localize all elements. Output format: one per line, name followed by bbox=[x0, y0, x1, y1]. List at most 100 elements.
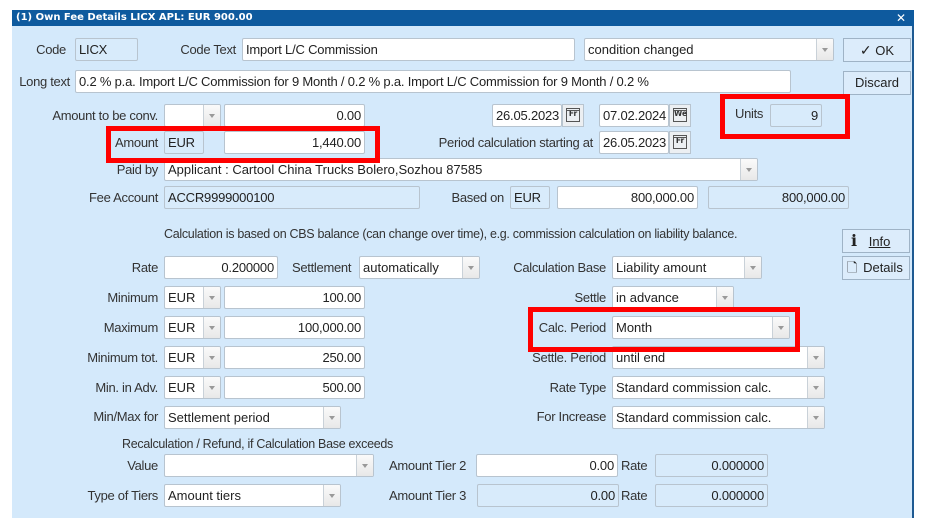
rate-type-dropdown[interactable]: Standard commission calc. bbox=[612, 376, 825, 399]
settle-dropdown[interactable]: in advance bbox=[612, 286, 734, 309]
calendar-day: Fr bbox=[566, 108, 580, 122]
long-text-field[interactable]: 0.2 % p.a. Import L/C Commission for 9 M… bbox=[75, 70, 791, 93]
long-text-label: Long text bbox=[19, 74, 70, 89]
chevron-down-icon[interactable] bbox=[807, 407, 824, 428]
calc-period-dropdown[interactable]: Month bbox=[612, 316, 790, 339]
minimum-tot-field[interactable]: 250.00 bbox=[224, 346, 365, 369]
minimum-currency-value: EUR bbox=[168, 290, 196, 305]
chevron-down-icon[interactable] bbox=[807, 347, 824, 368]
details-button[interactable]: 🗋 Details bbox=[842, 256, 910, 280]
minimum-tot-currency-dropdown[interactable]: EUR bbox=[164, 346, 221, 369]
chevron-down-icon[interactable] bbox=[740, 159, 757, 180]
calendar-day: We bbox=[673, 108, 687, 122]
chevron-down-icon[interactable] bbox=[203, 317, 220, 338]
paid-by-dropdown[interactable]: Applicant : Cartool China Trucks Bolero,… bbox=[164, 158, 758, 181]
chevron-down-icon[interactable] bbox=[323, 485, 340, 506]
ok-button[interactable]: ✓ OK bbox=[843, 38, 911, 62]
rate3-field: 0.000000 bbox=[655, 484, 768, 507]
calc-period-value: Month bbox=[616, 320, 653, 335]
chevron-down-icon[interactable] bbox=[744, 257, 761, 278]
paid-by-value: Applicant : Cartool China Trucks Bolero,… bbox=[168, 162, 483, 177]
chevron-down-icon[interactable] bbox=[716, 287, 733, 308]
amount-tier2-field[interactable]: 0.00 bbox=[476, 454, 618, 477]
amount-tier3-label: Amount Tier 3 bbox=[389, 488, 467, 503]
close-icon[interactable]: ✕ bbox=[896, 10, 906, 26]
maximum-currency-dropdown[interactable]: EUR bbox=[164, 316, 221, 339]
chevron-down-icon[interactable] bbox=[203, 287, 220, 308]
code-text-label: Code Text bbox=[180, 42, 236, 57]
calculation-note: Calculation is based on CBS balance (can… bbox=[164, 227, 738, 241]
minimum-field[interactable]: 100.00 bbox=[224, 286, 365, 309]
chevron-down-icon[interactable] bbox=[323, 407, 340, 428]
minmax-for-value: Settlement period bbox=[168, 410, 270, 425]
rate-type-label: Rate Type bbox=[549, 380, 607, 395]
calendar-icon[interactable]: Fr bbox=[669, 131, 691, 154]
chevron-down-icon[interactable] bbox=[816, 39, 833, 60]
chevron-down-icon[interactable] bbox=[807, 377, 824, 398]
settlement-dropdown[interactable]: automatically bbox=[359, 256, 480, 279]
amount-tier2-label: Amount Tier 2 bbox=[389, 458, 467, 473]
chevron-down-icon[interactable] bbox=[203, 377, 220, 398]
chevron-down-icon[interactable] bbox=[203, 347, 220, 368]
window-title: (1) Own Fee Details LICX APL: EUR 900.00 bbox=[16, 12, 253, 23]
settle-period-dropdown[interactable]: until end bbox=[612, 346, 825, 369]
minimum-tot-currency-value: EUR bbox=[168, 350, 196, 365]
type-of-tiers-value: Amount tiers bbox=[168, 488, 241, 503]
settlement-value: automatically bbox=[363, 260, 439, 275]
based-on-field-2: 800,000.00 bbox=[708, 186, 849, 209]
minimum-label: Minimum bbox=[107, 290, 158, 305]
code-text-field[interactable]: Import L/C Commission bbox=[242, 38, 575, 61]
min-adv-currency-dropdown[interactable]: EUR bbox=[164, 376, 221, 399]
maximum-currency-value: EUR bbox=[168, 320, 196, 335]
rate-field[interactable]: 0.200000 bbox=[164, 256, 278, 279]
chevron-down-icon[interactable] bbox=[772, 317, 789, 338]
discard-button[interactable]: Discard bbox=[843, 71, 911, 95]
based-on-field[interactable]: 800,000.00 bbox=[557, 186, 698, 209]
chevron-down-icon[interactable] bbox=[203, 105, 220, 126]
amount-currency-field: EUR bbox=[164, 131, 204, 154]
calendar-icon[interactable]: We bbox=[669, 104, 691, 127]
type-of-tiers-label: Type of Tiers bbox=[87, 488, 158, 503]
calc-base-dropdown[interactable]: Liability amount bbox=[612, 256, 762, 279]
fee-account-label: Fee Account bbox=[89, 190, 158, 205]
recalc-note: Recalculation / Refund, if Calculation B… bbox=[122, 437, 393, 451]
amount-label: Amount bbox=[114, 135, 158, 150]
checkmark-icon: ✓ bbox=[859, 42, 872, 58]
info-icon: i bbox=[851, 231, 858, 250]
for-increase-value: Standard commission calc. bbox=[616, 410, 772, 425]
info-button[interactable]: i Info bbox=[842, 229, 910, 253]
settlement-label: Settlement bbox=[292, 260, 352, 275]
rate-label: Rate bbox=[131, 260, 159, 275]
status-dropdown[interactable]: condition changed bbox=[584, 38, 834, 61]
amount-to-conv-field[interactable]: 0.00 bbox=[224, 104, 365, 127]
settle-period-label: Settle. Period bbox=[532, 350, 606, 365]
settle-period-value: until end bbox=[616, 350, 666, 365]
amount-field[interactable]: 1,440.00 bbox=[224, 131, 365, 154]
paid-by-label: Paid by bbox=[116, 162, 159, 177]
fee-account-field: ACCR9999000100 bbox=[164, 186, 420, 209]
chevron-down-icon[interactable] bbox=[356, 455, 373, 476]
minmax-for-dropdown[interactable]: Settlement period bbox=[164, 406, 341, 429]
min-adv-field[interactable]: 500.00 bbox=[224, 376, 365, 399]
for-increase-dropdown[interactable]: Standard commission calc. bbox=[612, 406, 825, 429]
period-start-field[interactable]: 26.05.2023 bbox=[599, 131, 669, 154]
minimum-tot-label: Minimum tot. bbox=[87, 350, 158, 365]
calendar-icon[interactable]: Fr bbox=[562, 104, 584, 127]
maximum-field[interactable]: 100,000.00 bbox=[224, 316, 365, 339]
min-adv-currency-value: EUR bbox=[168, 380, 196, 395]
amount-tier3-field: 0.00 bbox=[477, 484, 619, 507]
info-label: Info bbox=[868, 234, 891, 249]
value-dropdown[interactable] bbox=[164, 454, 374, 477]
maximum-label: Maximum bbox=[103, 320, 159, 335]
date-from-field[interactable]: 26.05.2023 bbox=[492, 104, 562, 127]
for-increase-label: For Increase bbox=[536, 409, 607, 424]
date-to-field[interactable]: 07.02.2024 bbox=[599, 104, 669, 127]
amount-to-conv-currency-dropdown[interactable] bbox=[164, 104, 221, 127]
rate3-label: Rate bbox=[621, 488, 648, 503]
minimum-currency-dropdown[interactable]: EUR bbox=[164, 286, 221, 309]
code-label: Code bbox=[36, 42, 66, 57]
chevron-down-icon[interactable] bbox=[462, 257, 479, 278]
units-label: Units bbox=[735, 106, 764, 121]
details-label: Details bbox=[863, 260, 903, 275]
type-of-tiers-dropdown[interactable]: Amount tiers bbox=[164, 484, 341, 507]
